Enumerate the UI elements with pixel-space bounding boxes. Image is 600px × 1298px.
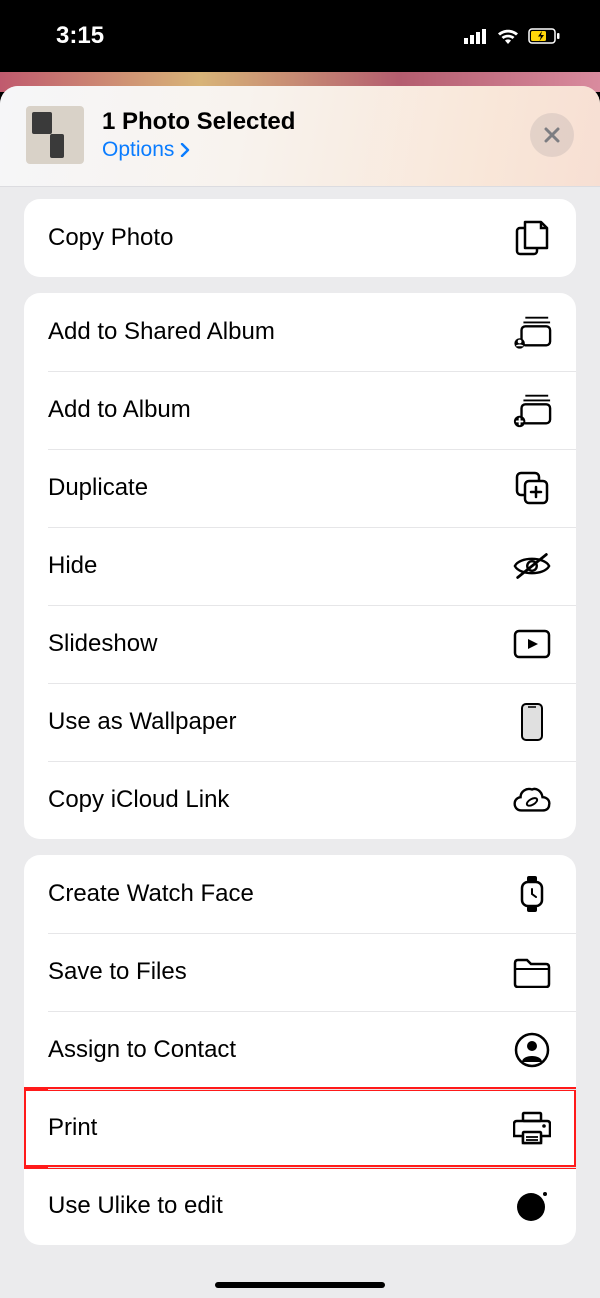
row-label: Save to Files: [48, 958, 187, 986]
status-icons: [464, 27, 560, 45]
copy-photo-row[interactable]: Copy Photo: [24, 199, 576, 277]
photo-thumbnail: [26, 106, 84, 164]
home-indicator[interactable]: [215, 1282, 385, 1288]
sheet-header: 1 Photo Selected Options: [0, 86, 600, 186]
watch-icon: [512, 874, 552, 914]
duplicate-icon: [512, 468, 552, 508]
share-sheet: 1 Photo Selected Options Copy Photo: [0, 86, 600, 1298]
contact-icon: [512, 1030, 552, 1070]
assign-contact-row[interactable]: Assign to Contact: [24, 1011, 576, 1089]
close-icon: [542, 125, 562, 145]
row-label: Print: [48, 1114, 97, 1142]
row-label: Assign to Contact: [48, 1036, 236, 1064]
row-label: Slideshow: [48, 630, 157, 658]
chevron-right-icon: [180, 143, 190, 157]
row-label: Add to Album: [48, 396, 191, 424]
add-album-row[interactable]: Add to Album: [24, 371, 576, 449]
cellular-icon: [464, 28, 488, 44]
row-label: Add to Shared Album: [48, 318, 275, 346]
wifi-icon: [496, 27, 520, 45]
ulike-icon: [512, 1186, 552, 1226]
add-album-icon: [512, 390, 552, 430]
row-label: Copy Photo: [48, 224, 173, 252]
share-title: 1 Photo Selected: [102, 108, 512, 136]
print-row[interactable]: Print: [24, 1089, 576, 1167]
options-link[interactable]: Options: [102, 138, 512, 162]
hide-icon: [512, 546, 552, 586]
wallpaper-icon: [512, 702, 552, 742]
group-0: Copy Photo: [24, 199, 576, 277]
folder-icon: [512, 952, 552, 992]
icloud-link-icon: [512, 780, 552, 820]
ulike-row[interactable]: Use Ulike to edit: [24, 1167, 576, 1245]
row-label: Create Watch Face: [48, 880, 254, 908]
row-label: Use Ulike to edit: [48, 1192, 223, 1220]
group-1: Add to Shared Album Add to Album Duplica…: [24, 293, 576, 839]
print-icon: [512, 1108, 552, 1148]
row-label: Duplicate: [48, 474, 148, 502]
row-label: Use as Wallpaper: [48, 708, 237, 736]
slideshow-row[interactable]: Slideshow: [24, 605, 576, 683]
row-label: Hide: [48, 552, 97, 580]
battery-charging-icon: [528, 28, 560, 44]
row-label: Copy iCloud Link: [48, 786, 229, 814]
action-groups: Copy Photo Add to Shared Album Add to Al…: [0, 186, 600, 1298]
copy-icon: [512, 218, 552, 258]
screen: 3:15 1 Photo Selected Options: [0, 0, 600, 1298]
duplicate-row[interactable]: Duplicate: [24, 449, 576, 527]
sheet-header-text: 1 Photo Selected Options: [102, 108, 512, 162]
close-button[interactable]: [530, 113, 574, 157]
hide-row[interactable]: Hide: [24, 527, 576, 605]
status-bar: 3:15: [0, 0, 600, 72]
save-files-row[interactable]: Save to Files: [24, 933, 576, 1011]
icloud-link-row[interactable]: Copy iCloud Link: [24, 761, 576, 839]
shared-album-icon: [512, 312, 552, 352]
status-time: 3:15: [56, 22, 104, 50]
watch-face-row[interactable]: Create Watch Face: [24, 855, 576, 933]
slideshow-icon: [512, 624, 552, 664]
group-2: Create Watch Face Save to Files Assign t…: [24, 855, 576, 1245]
wallpaper-row[interactable]: Use as Wallpaper: [24, 683, 576, 761]
add-shared-album-row[interactable]: Add to Shared Album: [24, 293, 576, 371]
